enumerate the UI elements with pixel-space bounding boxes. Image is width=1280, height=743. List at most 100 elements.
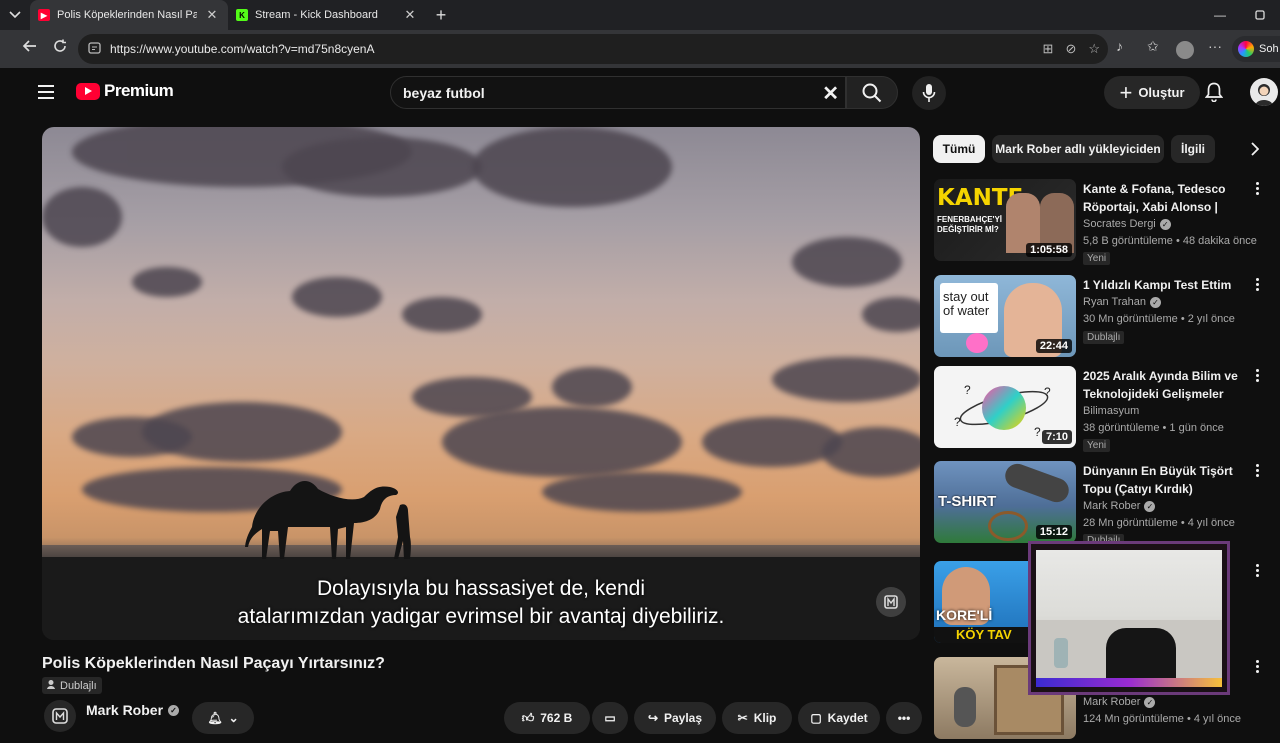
more-vert-icon[interactable]	[1250, 657, 1264, 673]
video-player[interactable]: Dolayısıyla bu hassasiyet de, kendi atal…	[42, 127, 920, 640]
related-meta: 5,8 B görüntüleme • 48 dakika önce	[1083, 235, 1257, 247]
dislike-button[interactable]: ▭	[592, 702, 628, 734]
plus-icon: +	[1119, 79, 1133, 105]
webcam-overlay	[1028, 541, 1230, 695]
chip-all[interactable]: Tümü	[933, 135, 985, 163]
youtube-logo[interactable]: Premium	[76, 81, 174, 101]
scissors-icon: ✂	[737, 711, 748, 725]
chips-next-button[interactable]	[1242, 135, 1268, 163]
save-button[interactable]: ▢ Kaydet	[798, 702, 880, 734]
back-button[interactable]	[14, 39, 44, 57]
more-vert-icon[interactable]	[1250, 561, 1264, 577]
thumbs-down-icon: ▭	[604, 711, 616, 725]
voice-search-button[interactable]	[912, 76, 946, 110]
clip-button[interactable]: ✂ Klip	[722, 702, 792, 734]
save-label: Kaydet	[827, 711, 868, 725]
related-video-item[interactable]: stay out of water 22:44 1 Yıldızlı Kampı…	[934, 275, 1264, 361]
more-vert-icon[interactable]	[1250, 461, 1264, 477]
create-button[interactable]: + Oluştur	[1104, 76, 1200, 109]
thumb-text: KORE'Lİ	[936, 607, 993, 623]
more-actions-button[interactable]: •••	[886, 702, 922, 734]
new-badge: Yeni	[1083, 439, 1111, 452]
related-video-item[interactable]: KANTE FENERBAHÇE'Yİ DEĞİŞTİRİR Mİ? 1:05:…	[934, 179, 1264, 265]
search-input[interactable]: beyaz futbol ✕	[390, 76, 846, 109]
favorites-icon[interactable]: ✩	[1147, 38, 1159, 55]
video-subtitles: Dolayısıyla bu hassasiyet de, kendi atal…	[42, 575, 920, 631]
new-tab-button[interactable]: +	[426, 5, 456, 26]
more-vert-icon[interactable]	[1250, 179, 1264, 195]
more-vert-icon[interactable]	[1250, 366, 1264, 382]
video-duration: 15:12	[1035, 525, 1072, 539]
profile-avatar[interactable]	[1176, 41, 1194, 59]
menu-icon[interactable]	[38, 85, 54, 99]
bell-icon	[1205, 82, 1223, 102]
youtube-play-icon	[76, 82, 100, 100]
maximize-icon	[1255, 10, 1265, 20]
site-info-icon[interactable]	[88, 41, 102, 57]
reload-button[interactable]	[45, 39, 75, 57]
microphone-icon	[922, 84, 936, 102]
notifications-button[interactable]	[1202, 80, 1226, 104]
video-thumbnail[interactable]: T-SHIRT 15:12	[934, 461, 1076, 543]
minimize-button[interactable]: —	[1200, 0, 1240, 30]
like-count: 762 B	[540, 711, 573, 725]
video-thumbnail[interactable]: KANTE FENERBAHÇE'Yİ DEĞİŞTİRİR Mİ? 1:05:…	[934, 179, 1076, 261]
channel-avatar[interactable]	[44, 700, 76, 732]
channel-name-link[interactable]: Mark Rober ✓	[86, 702, 180, 718]
tab-list-dropdown[interactable]	[0, 0, 30, 30]
thumb-text: T-SHIRT	[938, 493, 997, 510]
app-available-icon[interactable]: ⊞	[1043, 41, 1054, 57]
tracking-prevention-icon[interactable]: ⊘	[1065, 41, 1076, 57]
like-button[interactable]: 👍︎ 762 B	[504, 702, 590, 734]
save-icon: ▢	[810, 711, 822, 725]
related-video-item[interactable]: T-SHIRT 15:12 Dünyanın En Büyük Tişört T…	[934, 461, 1264, 547]
browser-tab-youtube[interactable]: ▶ Polis Köpeklerinden Nasıl Paçayı Y ✕	[30, 0, 228, 30]
share-button[interactable]: ↪ Paylaş	[634, 702, 716, 734]
account-avatar[interactable]	[1250, 78, 1278, 106]
svg-text:?: ?	[1034, 425, 1041, 439]
related-channel: Mark Rober ✓	[1083, 694, 1156, 711]
close-tab-icon[interactable]: ✕	[204, 7, 220, 23]
video-thumbnail[interactable]: ???? 7:10	[934, 366, 1076, 448]
more-menu-icon[interactable]: ···	[1208, 38, 1222, 54]
dubbed-badge: Dublajlı	[1083, 331, 1125, 344]
related-channel: Bilimasyum	[1083, 405, 1140, 417]
related-channel-name: Mark Rober	[1083, 696, 1141, 708]
related-video-item[interactable]: ???? 7:10 2025 Aralık Ayında Bilim ve Te…	[934, 366, 1264, 452]
channel-watermark-icon[interactable]	[876, 587, 906, 617]
related-channel-name: Socrates Dergi	[1083, 218, 1156, 230]
thumb-text: FENERBAHÇE'Yİ DEĞİŞTİRİR Mİ?	[937, 215, 1003, 234]
chip-from-uploader[interactable]: Mark Rober adlı yükleyiciden	[992, 135, 1164, 163]
chevron-down-icon: ⌄	[228, 711, 239, 725]
related-channel: Ryan Trahan ✓	[1083, 294, 1161, 311]
favorite-star-icon[interactable]: ☆	[1088, 41, 1100, 57]
related-meta: 38 görüntüleme • 1 gün önce	[1083, 422, 1224, 434]
related-channel: Mark Rober ✓	[1083, 498, 1156, 515]
webcam-feed	[1036, 550, 1222, 688]
search-query: beyaz futbol	[403, 84, 485, 101]
related-title: Kante & Fofana, Tedesco Röportajı, Xabi …	[1083, 182, 1226, 214]
create-label: Oluştur	[1138, 85, 1185, 100]
video-thumbnail[interactable]: stay out of water 22:44	[934, 275, 1076, 357]
close-tab-icon[interactable]: ✕	[402, 7, 418, 23]
related-title: Dünyanın En Büyük Tişört Topu (Çatıyı Kı…	[1083, 464, 1233, 496]
clear-search-icon[interactable]: ✕	[822, 81, 839, 106]
performance-icon[interactable]: ♪	[1116, 38, 1123, 54]
browser-tab-bar: ▶ Polis Köpeklerinden Nasıl Paçayı Y ✕ K…	[0, 0, 1280, 30]
chip-related[interactable]: İlgili	[1171, 135, 1215, 163]
chevron-down-icon	[9, 11, 21, 19]
subscription-bell-button[interactable]: 🔔︎ ⌄	[192, 702, 254, 734]
share-label: Paylaş	[664, 711, 703, 725]
search-button[interactable]	[846, 76, 898, 109]
search-icon	[862, 83, 882, 102]
svg-text:?: ?	[1044, 385, 1051, 399]
reload-icon	[54, 39, 66, 52]
related-meta: 28 Mn görüntüleme • 4 yıl önce	[1083, 517, 1235, 529]
bell-icon: 🔔︎	[207, 711, 223, 725]
more-vert-icon[interactable]	[1250, 275, 1264, 291]
browser-tab-kick[interactable]: K Stream - Kick Dashboard ✕	[228, 0, 426, 30]
copilot-button[interactable]: Soh	[1232, 36, 1280, 62]
overlay-gradient-bar	[1036, 678, 1222, 687]
maximize-button[interactable]	[1240, 0, 1280, 30]
address-bar[interactable]: https://www.youtube.com/watch?v=md75n8cy…	[78, 34, 1108, 64]
